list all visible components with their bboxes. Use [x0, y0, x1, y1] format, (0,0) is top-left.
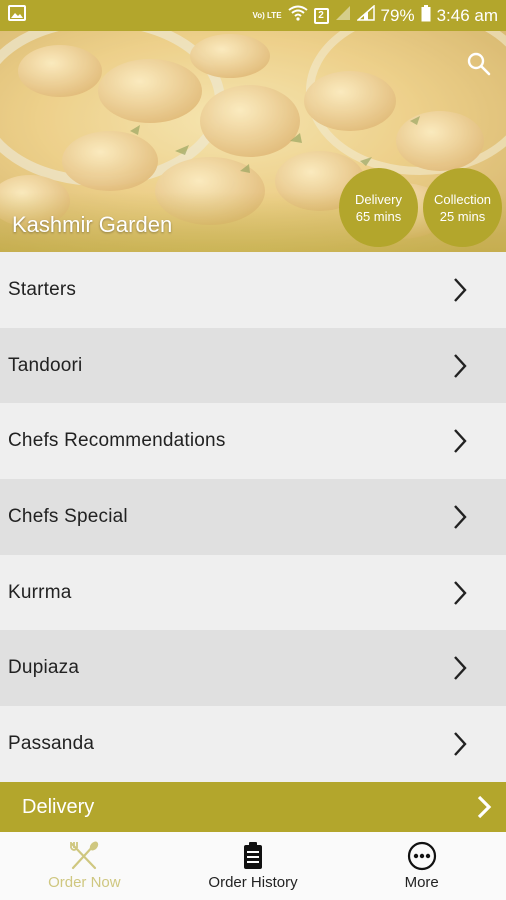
menu-category-list: Starters Tandoori Chefs Recommendations … [0, 252, 506, 782]
tab-label: Order History [208, 874, 298, 891]
clipboard-icon [244, 842, 262, 869]
menu-item-label: Chefs Special [8, 505, 128, 527]
signal-icon-2 [355, 4, 375, 26]
collection-time: 25 mins [439, 208, 486, 224]
delivery-time-badge: Delivery 65 mins [339, 168, 418, 247]
collection-time-badge: Collection 25 mins [423, 168, 502, 247]
sim-indicator: 2 [313, 7, 329, 24]
image-notification-icon [8, 5, 26, 26]
search-icon [467, 52, 491, 76]
menu-item-starters[interactable]: Starters [0, 252, 506, 328]
tab-label: Order Now [48, 874, 121, 891]
menu-item-label: Passanda [8, 732, 95, 754]
menu-item-tandoori[interactable]: Tandoori [0, 327, 506, 404]
menu-item-passanda[interactable]: Passanda [0, 706, 506, 782]
chevron-right-icon [454, 353, 467, 378]
delivery-mode-label: Delivery [22, 795, 95, 818]
menu-item-chefs-special[interactable]: Chefs Special [0, 479, 506, 555]
menu-item-dupiaza[interactable]: Dupiaza [0, 630, 506, 707]
delivery-mode-bar[interactable]: Delivery [0, 782, 506, 832]
menu-item-label: Chefs Recommendations [8, 430, 226, 452]
tab-label: More [404, 874, 439, 891]
menu-item-label: Tandoori [8, 354, 83, 376]
restaurant-name: Kashmir Garden [12, 212, 173, 237]
chevron-right-icon [454, 656, 467, 681]
menu-item-kurrma[interactable]: Kurrma [0, 554, 506, 631]
collection-label: Collection [433, 191, 492, 207]
chevron-right-icon [454, 278, 467, 302]
restaurant-hero: Kashmir Garden Delivery 65 mins Collecti… [0, 31, 506, 252]
clock: 3:46 am [436, 5, 498, 25]
bottom-tab-bar: Order Now Order History More [0, 832, 506, 900]
status-bar: Vo) LTE 2 79% 3:46 am [0, 0, 506, 31]
chevron-right-icon [454, 580, 467, 605]
battery-icon [421, 4, 431, 27]
chevron-right-icon [454, 429, 467, 454]
tab-more[interactable]: More [337, 832, 506, 900]
more-icon [407, 841, 436, 871]
chevron-right-icon [454, 732, 467, 756]
battery-percent: 79% [380, 5, 415, 25]
tab-order-history[interactable]: Order History [169, 832, 338, 900]
volte-indicator: Vo) LTE [252, 10, 282, 20]
chevron-right-icon [454, 505, 467, 529]
chevron-right-icon [477, 795, 492, 819]
wifi-icon [287, 5, 308, 26]
menu-item-label: Starters [8, 278, 77, 300]
menu-item-label: Kurrma [8, 581, 72, 603]
search-button[interactable] [466, 51, 492, 77]
menu-item-label: Dupiaza [8, 657, 80, 679]
fork-spoon-icon [70, 841, 99, 870]
delivery-label: Delivery [355, 191, 402, 207]
menu-item-chefs-recommendations[interactable]: Chefs Recommendations [0, 403, 506, 480]
tab-order-now[interactable]: Order Now [0, 832, 169, 900]
signal-icon-1 [335, 5, 351, 26]
delivery-time: 65 mins [355, 208, 402, 224]
